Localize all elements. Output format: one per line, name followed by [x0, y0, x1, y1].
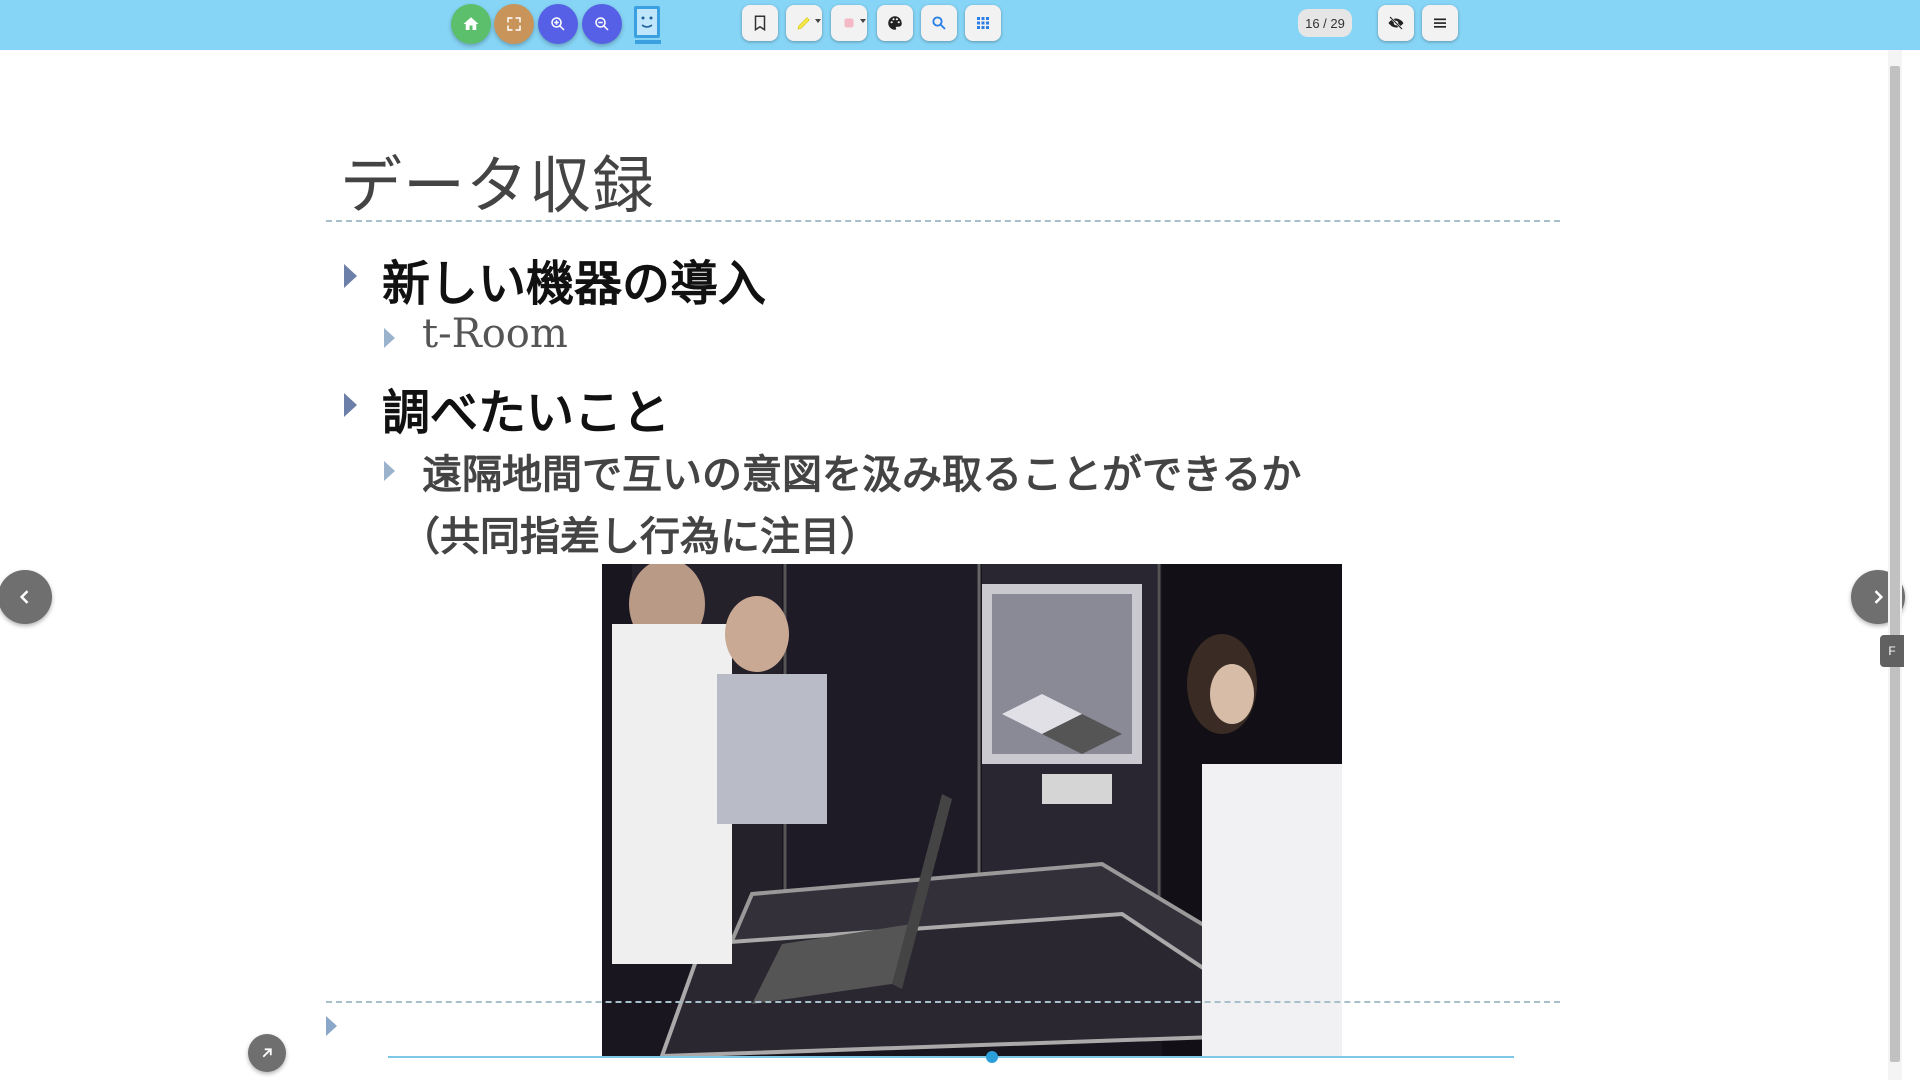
- page-progress-handle[interactable]: [986, 1051, 998, 1063]
- home-button[interactable]: [451, 4, 491, 44]
- chevron-left-icon: [19, 590, 29, 604]
- palette-button[interactable]: [877, 5, 913, 41]
- zoom-in-button[interactable]: [538, 4, 578, 44]
- eraser-dropdown-icon[interactable]: [860, 19, 866, 23]
- hide-annotations-button[interactable]: [1378, 5, 1414, 41]
- prev-page-button[interactable]: [0, 570, 52, 624]
- slide-photo: [602, 564, 1342, 1056]
- bullet-item: 調べたいこと: [382, 385, 671, 441]
- eraser-button[interactable]: [831, 5, 867, 41]
- palette-icon: [888, 16, 902, 30]
- menu-icon: [1434, 18, 1446, 28]
- slide-title: データ収録: [340, 149, 656, 222]
- bookmark-icon: [754, 15, 766, 32]
- zoom-out-icon: [595, 17, 609, 31]
- page-progress-bar[interactable]: [388, 1056, 1514, 1058]
- app-logo[interactable]: [631, 4, 665, 46]
- sub-bullet-item: 遠隔地間で互いの意図を汲み取ることができるか: [422, 451, 1302, 498]
- page-counter: 16 / 29: [1298, 9, 1352, 37]
- bookmark-button[interactable]: [742, 5, 778, 41]
- footer-divider: [326, 1001, 1560, 1003]
- chevron-right-icon: [1874, 590, 1884, 604]
- menu-button[interactable]: [1422, 5, 1458, 41]
- zoom-in-icon: [551, 17, 565, 31]
- highlighter-icon: [797, 17, 810, 30]
- eye-off-icon: [1388, 16, 1404, 30]
- top-toolbar: 16 / 29: [0, 0, 1920, 50]
- bullet-item: 新しい機器の導入: [382, 256, 767, 312]
- grid-icon: [977, 17, 989, 29]
- search-button[interactable]: [921, 5, 957, 41]
- highlighter-button[interactable]: [786, 5, 822, 41]
- search-icon: [932, 16, 946, 30]
- sub-bullet-item-continued: （共同指差し行為に注目）: [400, 513, 880, 560]
- scrollbar-thumb[interactable]: [1890, 66, 1900, 1062]
- bullet-icon: [344, 393, 357, 417]
- arrow-up-right-icon: [262, 1048, 272, 1058]
- side-tab[interactable]: F: [1880, 635, 1904, 667]
- fullscreen-icon: [507, 17, 521, 31]
- title-divider: [326, 220, 1560, 222]
- bullet-icon: [344, 264, 357, 288]
- zoom-out-button[interactable]: [582, 4, 622, 44]
- exit-button[interactable]: [248, 1034, 286, 1072]
- home-icon: [463, 17, 479, 30]
- footer-bullet-icon: [326, 1016, 337, 1036]
- eraser-icon: [844, 18, 854, 28]
- fullscreen-button[interactable]: [494, 4, 534, 44]
- sub-bullet-icon: [384, 461, 395, 481]
- sub-bullet-item: t-Room: [422, 311, 568, 357]
- highlighter-dropdown-icon[interactable]: [815, 19, 821, 23]
- sub-bullet-icon: [384, 328, 395, 348]
- grid-view-button[interactable]: [965, 5, 1001, 41]
